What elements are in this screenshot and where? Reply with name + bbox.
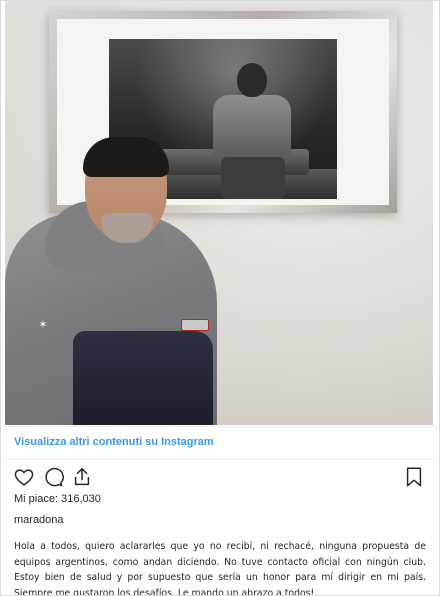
photo-figure-head: [237, 63, 267, 97]
instagram-embed: ✶ Visualizza altri contenuti su Instagra…: [0, 0, 440, 596]
view-more-bar: Visualizza altri contenuti su Instagram: [1, 426, 439, 460]
puma-logo-icon: ✶: [38, 319, 48, 331]
photo-figure-body: [213, 95, 291, 165]
man-jacket-panel: [73, 331, 213, 425]
post-photo[interactable]: ✶: [5, 1, 433, 425]
post-caption: Hola a todos, quiero aclararles que yo n…: [14, 541, 426, 596]
jacket-badge-icon: [181, 319, 209, 331]
view-more-link[interactable]: Visualizza altri contenuti su Instagram: [14, 436, 214, 448]
likes-line: Mi piace: 316,030: [14, 493, 101, 505]
photo-figure-legs: [221, 157, 285, 199]
bookmark-icon[interactable]: [403, 466, 425, 488]
man-hair: [83, 137, 169, 177]
heart-icon[interactable]: [13, 466, 35, 488]
share-icon[interactable]: [71, 466, 93, 488]
likes-label: Mi piace:: [14, 493, 59, 505]
action-bar: [13, 466, 425, 488]
username[interactable]: maradona: [14, 514, 64, 526]
likes-count[interactable]: 316,030: [61, 493, 101, 505]
comment-bubble-icon[interactable]: [42, 466, 64, 488]
